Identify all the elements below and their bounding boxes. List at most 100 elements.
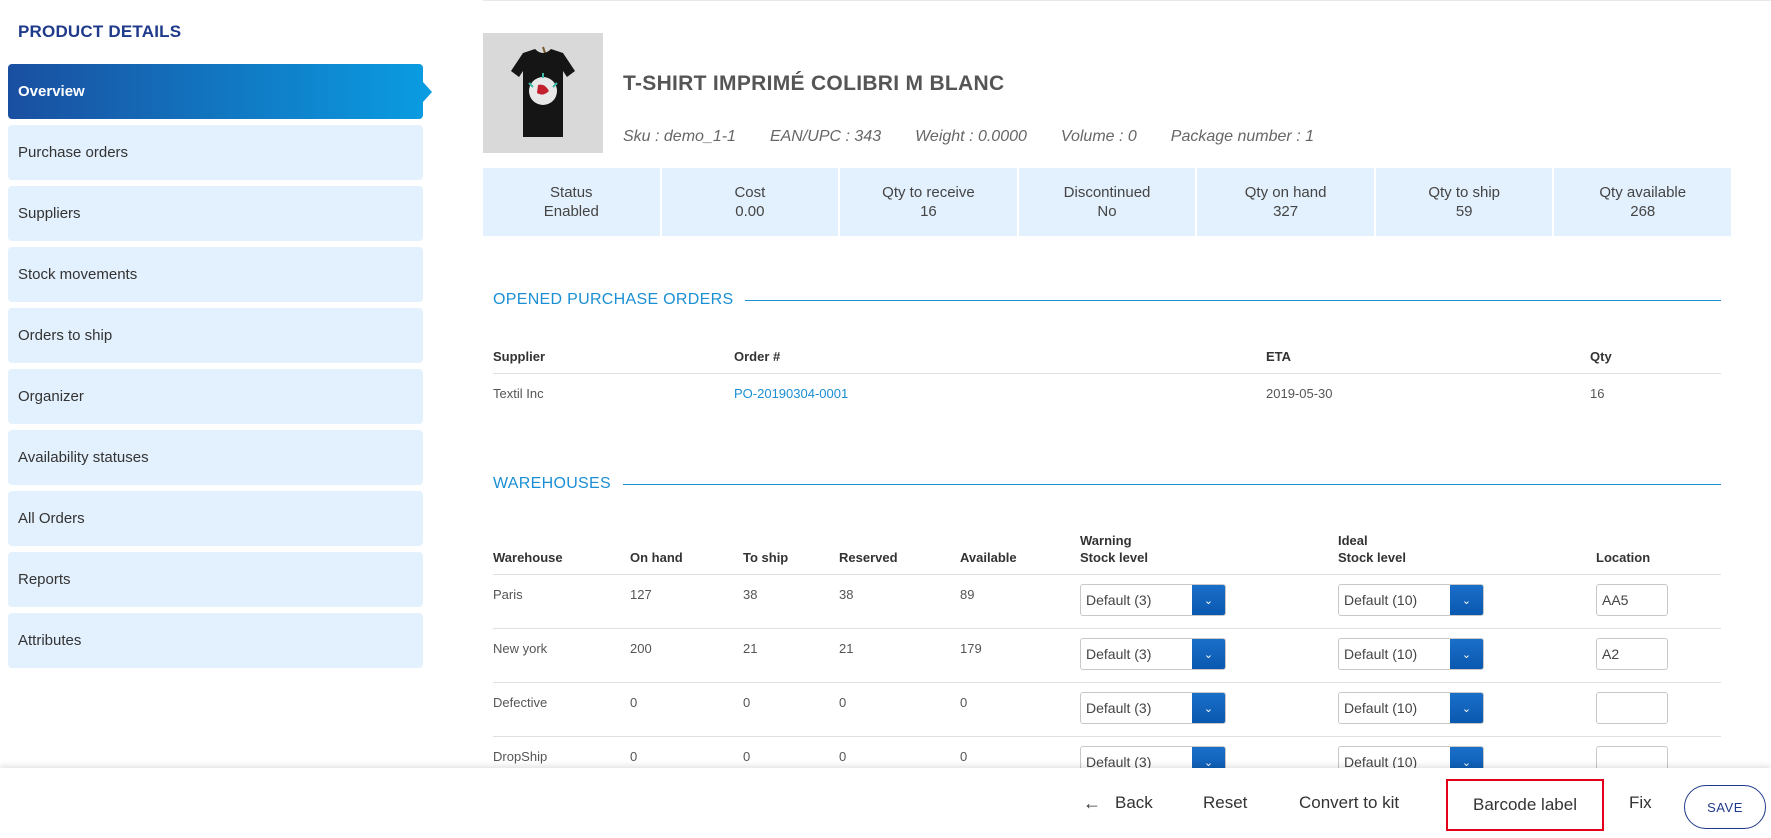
stat-label: Status xyxy=(550,184,593,201)
col-qty: Qty xyxy=(1590,349,1612,364)
stat-label: Discontinued xyxy=(1063,184,1151,201)
select-value: Default (10) xyxy=(1344,592,1418,608)
warehouse-available: 89 xyxy=(960,587,975,602)
col-supplier: Supplier xyxy=(493,349,546,364)
col-eta: ETA xyxy=(1266,349,1292,364)
warning-stock-select[interactable]: Default (3) ⌄ xyxy=(1080,638,1226,670)
chevron-down-icon[interactable]: ⌄ xyxy=(1450,639,1483,669)
select-value: Default (3) xyxy=(1086,700,1152,716)
section-divider xyxy=(622,483,1721,485)
sidebar-item-reports[interactable]: Reports xyxy=(8,552,423,607)
col-to-ship: To ship xyxy=(743,550,789,565)
sidebar-item-stock-movements[interactable]: Stock movements xyxy=(8,247,423,302)
po-eta: 2019-05-30 xyxy=(1266,386,1333,401)
sidebar-item-organizer[interactable]: Organizer xyxy=(8,369,423,424)
sidebar-item-all-orders[interactable]: All Orders xyxy=(8,491,423,546)
select-value: Default (3) xyxy=(1086,592,1152,608)
warehouse-on-hand: 200 xyxy=(630,641,652,656)
table-header-row: Warehouse On hand To ship Reserved Avail… xyxy=(493,532,1721,575)
stat-value: 16 xyxy=(920,203,937,220)
convert-to-kit-button[interactable]: Convert to kit xyxy=(1299,768,1399,838)
sidebar-item-purchase-orders[interactable]: Purchase orders xyxy=(8,125,423,180)
stats-bar: Status Enabled Cost 0.00 Qty to receive 16 … xyxy=(483,168,1732,236)
warehouse-reserved: 21 xyxy=(839,641,854,656)
select-value: Default (10) xyxy=(1344,700,1418,716)
chevron-down-icon[interactable]: ⌄ xyxy=(1192,585,1225,615)
tshirt-icon xyxy=(483,33,603,153)
col-location: Location xyxy=(1596,550,1651,565)
product-ean: EAN/UPC : 343 xyxy=(769,128,882,145)
fix-button[interactable]: Fix xyxy=(1629,768,1652,838)
back-button[interactable]: ← Back xyxy=(1083,768,1153,838)
location-input[interactable] xyxy=(1596,638,1668,670)
warehouse-to-ship: 0 xyxy=(743,695,751,710)
col-order-number: Order # xyxy=(734,349,781,364)
section-title: WAREHOUSES xyxy=(493,475,611,492)
product-sku: Sku : demo_1-1 xyxy=(623,128,736,145)
sidebar-item-overview[interactable]: Overview xyxy=(8,64,432,119)
product-weight: Weight : 0.0000 xyxy=(915,128,1027,145)
warehouse-name: Paris xyxy=(493,587,523,602)
stat-value: 268 xyxy=(1630,203,1656,220)
location-input[interactable] xyxy=(1596,692,1668,724)
stat-status: Status Enabled xyxy=(483,168,660,236)
top-divider xyxy=(483,0,1771,1)
sidebar-title: PRODUCT DETAILS xyxy=(18,22,182,41)
stat-qty-to-ship: Qty to ship 59 xyxy=(1375,168,1553,236)
ideal-stock-select[interactable]: Default (10) ⌄ xyxy=(1338,692,1484,724)
header-line: Stock level xyxy=(1080,550,1148,565)
stat-value: 0.00 xyxy=(735,203,765,220)
header-line: Warning xyxy=(1080,533,1132,548)
warehouses-section-header: WAREHOUSES xyxy=(493,475,1721,493)
chevron-down-icon[interactable]: ⌄ xyxy=(1192,693,1225,723)
table-row: New york 200 21 21 179 Default (3) ⌄ Defa… xyxy=(493,629,1721,683)
section-title: OPENED PURCHASE ORDERS xyxy=(493,291,734,308)
back-label: Back xyxy=(1115,793,1153,812)
stat-label: Qty to ship xyxy=(1428,184,1501,201)
chevron-down-icon[interactable]: ⌄ xyxy=(1192,639,1225,669)
col-on-hand: On hand xyxy=(630,550,683,565)
stat-value: 327 xyxy=(1273,203,1299,220)
stat-qty-to-receive: Qty to receive 16 xyxy=(840,168,1017,236)
warning-stock-select[interactable]: Default (3) ⌄ xyxy=(1080,584,1226,616)
product-image xyxy=(483,33,603,153)
stat-label: Cost xyxy=(734,184,766,201)
purchase-orders-section-header: OPENED PURCHASE ORDERS xyxy=(493,291,1721,309)
ideal-stock-select[interactable]: Default (10) ⌄ xyxy=(1338,638,1484,670)
sidebar-item-suppliers[interactable]: Suppliers xyxy=(8,186,423,241)
stat-qty-on-hand: Qty on hand 327 xyxy=(1197,168,1374,236)
product-meta: Sku : demo_1-1 EAN/UPC : 343 Weight : 0.… xyxy=(623,128,1314,146)
action-bar: ← Back Reset Convert to kit Barcode labe… xyxy=(0,768,1771,838)
sidebar-item-availability-statuses[interactable]: Availability statuses xyxy=(8,430,423,485)
arrow-left-icon: ← xyxy=(1083,792,1101,813)
ideal-stock-select[interactable]: Default (10) ⌄ xyxy=(1338,584,1484,616)
col-reserved: Reserved xyxy=(839,550,898,565)
stat-value: Enabled xyxy=(543,203,599,220)
sidebar-item-attributes[interactable]: Attributes xyxy=(8,613,423,668)
warning-stock-select[interactable]: Default (3) ⌄ xyxy=(1080,692,1226,724)
col-warehouse: Warehouse xyxy=(493,550,563,565)
save-button[interactable]: SAVE xyxy=(1684,785,1766,829)
chevron-down-icon[interactable]: ⌄ xyxy=(1450,693,1483,723)
table-header-row: Supplier Order # ETA Qty xyxy=(493,348,1721,374)
table-row: Textil Inc PO-20190304-0001 2019-05-30 1… xyxy=(493,374,1721,416)
warehouse-name: Defective xyxy=(493,695,548,710)
warehouse-to-ship: 38 xyxy=(743,587,758,602)
stat-qty-available: Qty available 268 xyxy=(1554,168,1732,236)
warehouse-available: 179 xyxy=(960,641,982,656)
table-row: Paris 127 38 38 89 Default (3) ⌄ Default … xyxy=(493,575,1721,629)
warehouse-name: New york xyxy=(493,641,548,656)
chevron-down-icon[interactable]: ⌄ xyxy=(1450,585,1483,615)
stat-value: 59 xyxy=(1455,203,1473,220)
header-line: Stock level xyxy=(1338,550,1406,565)
warehouse-available: 0 xyxy=(960,695,968,710)
reset-button[interactable]: Reset xyxy=(1203,768,1247,838)
stat-label: Qty available xyxy=(1599,184,1687,201)
sidebar-item-orders-to-ship[interactable]: Orders to ship xyxy=(8,308,423,363)
po-order-link[interactable]: PO-20190304-0001 xyxy=(734,386,848,401)
location-input[interactable] xyxy=(1596,584,1668,616)
warehouses-table: Warehouse On hand To ship Reserved Avail… xyxy=(493,532,1721,791)
table-row: Defective 0 0 0 0 Default (3) ⌄ Default (… xyxy=(493,683,1721,737)
barcode-label-button[interactable]: Barcode label xyxy=(1446,779,1604,831)
section-divider xyxy=(745,299,1721,301)
